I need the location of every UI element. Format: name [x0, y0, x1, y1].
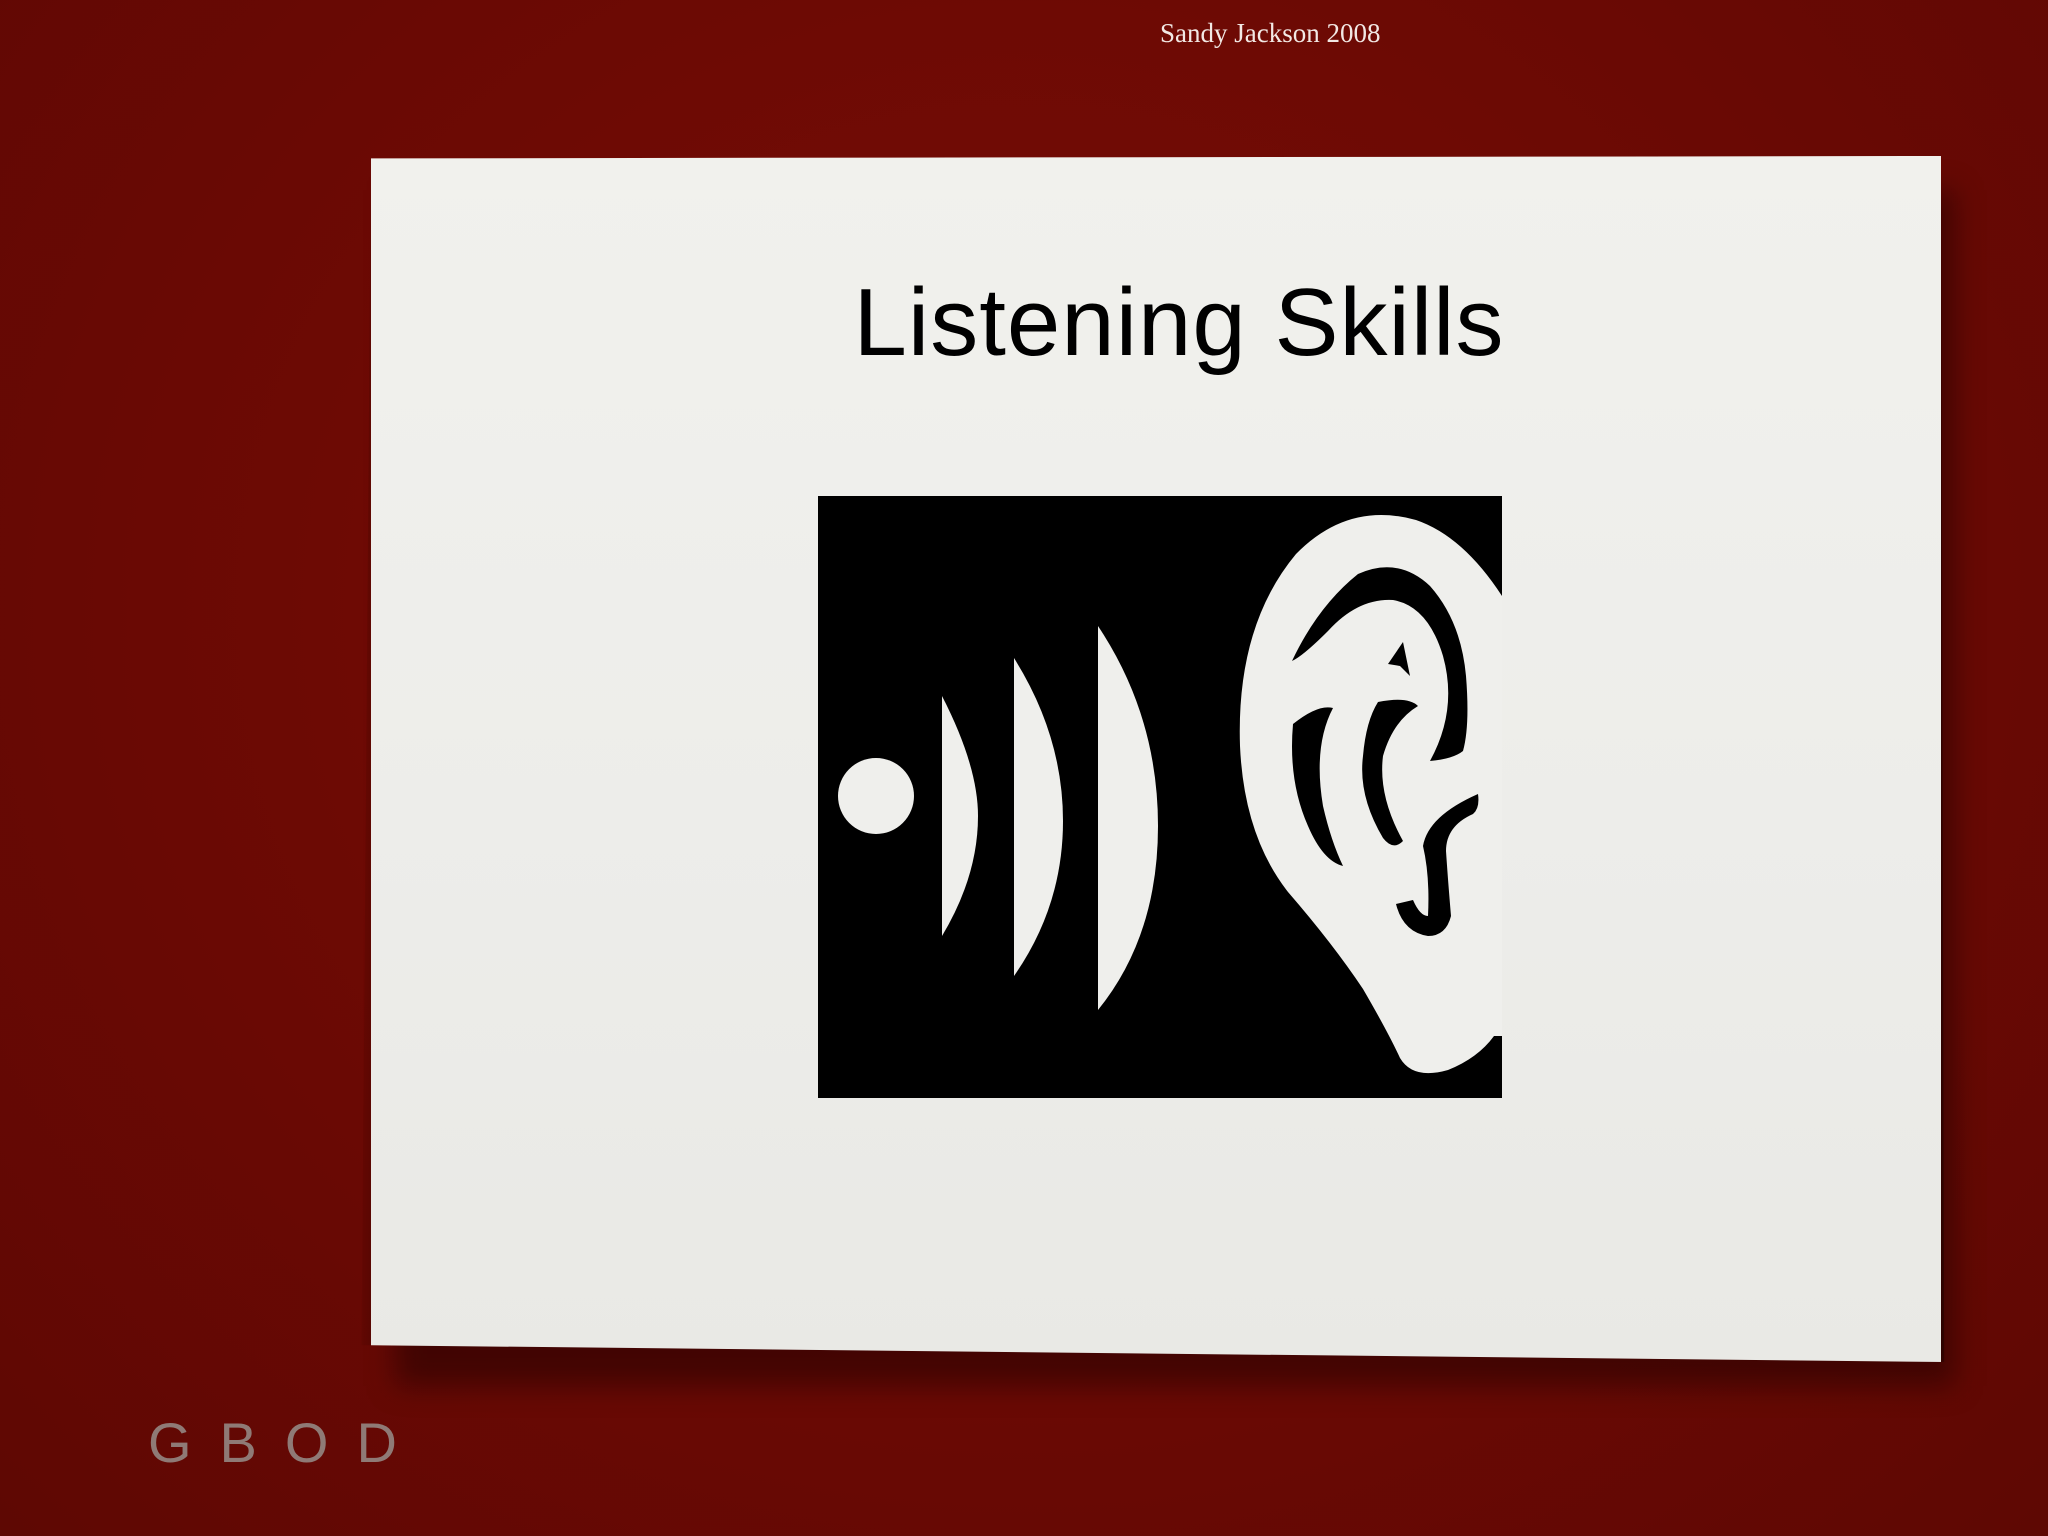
author-credit: Sandy Jackson 2008: [1160, 18, 1381, 48]
gbod-logo: GBOD: [148, 1411, 425, 1474]
ear-sound-waves-icon: [818, 496, 1502, 1098]
slide-title: Listening Skills: [853, 269, 1505, 376]
